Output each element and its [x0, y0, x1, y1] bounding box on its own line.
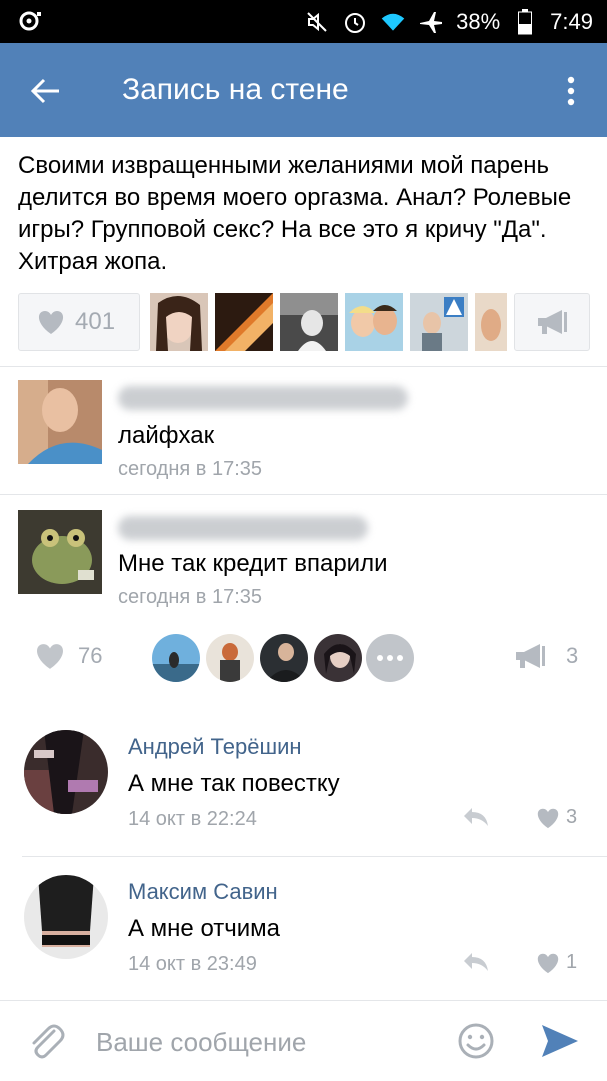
post-text: Своими извращенными желаниями мой парень… — [18, 152, 572, 275]
liker-avatar[interactable] — [150, 293, 208, 351]
comment-meta-row: 76 3 — [0, 630, 607, 686]
message-input[interactable] — [94, 1019, 438, 1065]
comment-time: сегодня в 17:35 — [118, 586, 262, 608]
battery-icon — [512, 8, 538, 35]
send-button[interactable] — [540, 1023, 580, 1063]
attach-button[interactable] — [26, 1021, 66, 1061]
more-likers-button[interactable] — [366, 634, 414, 682]
reply-item: Максим Савин А мне отчима 14 окт в 23:49… — [0, 875, 607, 1015]
megaphone-icon — [538, 310, 567, 334]
reply-like-button[interactable]: 3 — [536, 806, 577, 829]
liker-avatar[interactable] — [215, 293, 273, 351]
post-like-button[interactable]: 401 — [18, 293, 140, 351]
post-likes-count: 401 — [75, 308, 116, 335]
divider — [22, 856, 607, 857]
clock: 7:49 — [550, 8, 593, 34]
post-likes-row: 401 — [18, 293, 590, 353]
divider — [0, 494, 607, 495]
reply-like-button[interactable]: 1 — [536, 951, 577, 974]
reply-arrow-icon — [464, 808, 488, 826]
more-vertical-icon — [567, 76, 575, 106]
liker-avatar[interactable] — [345, 293, 403, 351]
liker-avatar[interactable] — [410, 293, 468, 351]
emoji-button[interactable] — [456, 1021, 496, 1061]
page-title: Запись на стене — [122, 73, 349, 106]
overflow-menu-button[interactable] — [553, 69, 589, 113]
app-bar: Запись на стене — [0, 43, 607, 137]
reply-author-name[interactable]: Максим Савин — [128, 879, 278, 905]
airplane-icon — [418, 9, 444, 35]
reply-likes-count: 3 — [566, 806, 578, 828]
reply-button[interactable] — [462, 806, 490, 833]
comment-author-name-blurred — [118, 386, 408, 410]
comment-likes-count: 76 — [78, 643, 103, 668]
wifi-icon — [380, 9, 406, 35]
comment-text: Мне так кредит впарили — [118, 550, 388, 577]
comment-time: сегодня в 17:35 — [118, 458, 262, 480]
comment-avatar[interactable] — [18, 510, 102, 594]
reply-avatar[interactable] — [24, 875, 108, 959]
reply-avatar[interactable] — [24, 730, 108, 814]
reply-likes-count: 1 — [566, 951, 578, 973]
heart-icon — [38, 311, 64, 334]
reply-time: 14 окт в 22:24 — [128, 808, 257, 830]
mute-icon — [304, 9, 330, 35]
liker-avatar[interactable] — [260, 634, 308, 682]
alarm-icon — [342, 9, 368, 35]
comment-author-name-blurred — [118, 516, 368, 540]
reply-text: А мне отчима — [128, 915, 281, 942]
reply-text: А мне так повестку — [128, 770, 340, 797]
smiley-icon — [458, 1023, 494, 1059]
send-icon — [542, 1025, 578, 1057]
message-composer — [0, 1000, 607, 1081]
divider — [0, 366, 607, 367]
heart-icon — [537, 808, 559, 828]
comment-text: лайфхак — [118, 422, 215, 449]
heart-icon — [37, 644, 63, 669]
status-bar: 38% 7:49 — [0, 0, 607, 43]
comment-share-button[interactable]: 3 — [514, 642, 578, 670]
back-arrow-icon — [31, 78, 59, 104]
liker-avatar[interactable] — [152, 634, 200, 682]
comment-like-button[interactable]: 76 — [34, 642, 102, 670]
reply-button[interactable] — [462, 951, 490, 978]
battery-percent: 38% — [456, 8, 501, 34]
heart-icon — [537, 953, 559, 973]
post-share-button[interactable] — [514, 293, 590, 351]
reply-item: Андрей Терёшин А мне так повестку 14 окт… — [0, 730, 607, 870]
liker-avatar[interactable] — [314, 634, 362, 682]
liker-avatar[interactable] — [206, 634, 254, 682]
comment-shares-count: 3 — [566, 643, 579, 668]
back-button[interactable] — [22, 67, 70, 115]
reply-author-name[interactable]: Андрей Терёшин — [128, 734, 302, 760]
reply-time: 14 окт в 23:49 — [128, 953, 257, 975]
comment-avatar[interactable] — [18, 380, 102, 464]
reply-arrow-icon — [464, 953, 488, 971]
liker-avatar[interactable] — [280, 293, 338, 351]
notification-icon — [18, 10, 44, 32]
paperclip-icon — [32, 1024, 65, 1059]
megaphone-icon — [516, 644, 545, 668]
